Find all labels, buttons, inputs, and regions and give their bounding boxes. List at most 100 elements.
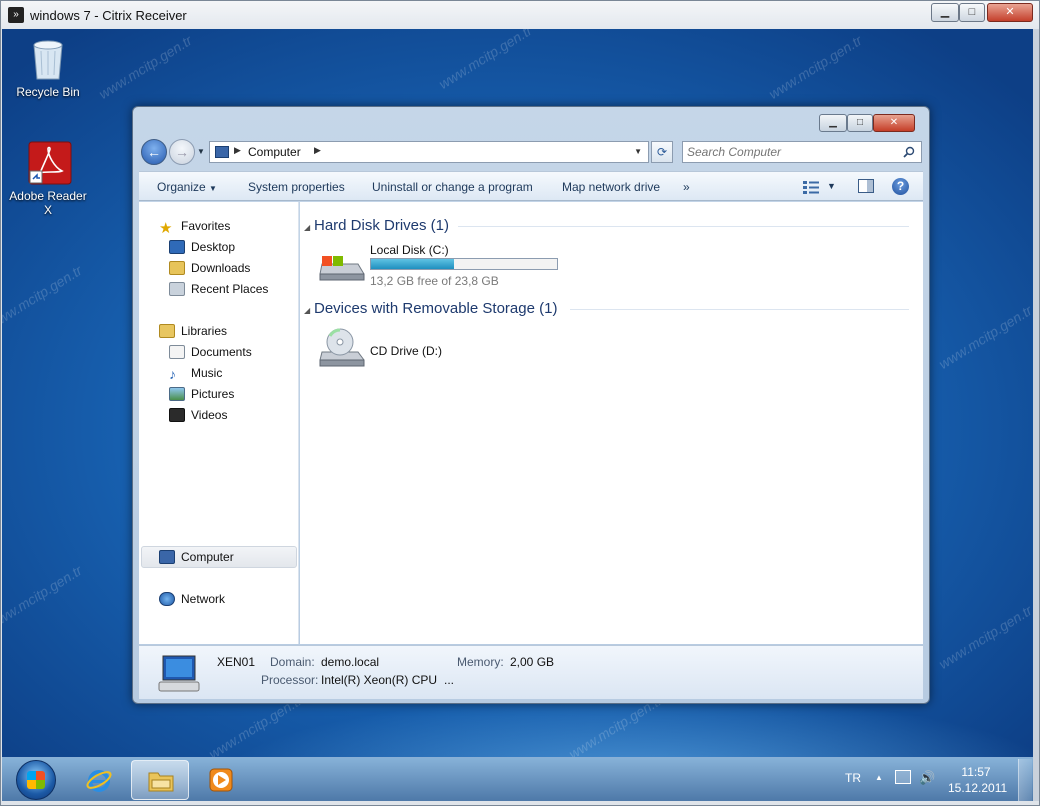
collapse-arrow-icon[interactable]: ◢ bbox=[304, 306, 310, 315]
search-input[interactable] bbox=[687, 144, 895, 160]
nav-label: Recent Places bbox=[191, 281, 269, 296]
nav-label: Desktop bbox=[191, 239, 236, 254]
nav-pictures[interactable]: Pictures bbox=[169, 386, 234, 406]
view-options-dropdown[interactable]: ▼ bbox=[827, 181, 836, 191]
recent-pages-button[interactable]: ▼ bbox=[197, 147, 205, 156]
nav-label: Downloads bbox=[191, 260, 251, 275]
computer-name: XEN01 bbox=[217, 655, 256, 669]
nav-label: Pictures bbox=[191, 386, 235, 401]
nav-desktop[interactable]: Desktop bbox=[169, 239, 235, 259]
windows-logo-icon bbox=[27, 771, 45, 789]
nav-label: Videos bbox=[191, 407, 228, 422]
nav-label: Favorites bbox=[181, 218, 231, 233]
computer-icon bbox=[215, 146, 229, 158]
nav-label: Network bbox=[181, 591, 226, 606]
address-dropdown-button[interactable]: ▼ bbox=[634, 147, 642, 156]
taskbar: TR ▲ 🔊 11:57 15.12.2011 bbox=[2, 757, 1033, 801]
media-player-icon bbox=[209, 768, 233, 792]
computer-icon bbox=[159, 549, 175, 564]
nav-music[interactable]: ♪ Music bbox=[169, 365, 222, 385]
start-button[interactable] bbox=[16, 760, 56, 800]
citrix-receiver-icon: » bbox=[8, 7, 24, 23]
processor-value: Intel(R) Xeon(R) CPU bbox=[321, 673, 438, 687]
content-pane: ◢ Hard Disk Drives (1) Local Disk (C:) 1… bbox=[300, 202, 923, 644]
help-icon[interactable]: ? bbox=[892, 178, 909, 195]
group-header-hard-disk-drives[interactable]: Hard Disk Drives (1) bbox=[314, 217, 449, 234]
adobe-reader-icon bbox=[28, 141, 72, 185]
preview-pane-icon[interactable] bbox=[858, 179, 874, 193]
show-hidden-icons-button[interactable]: ▲ bbox=[875, 773, 883, 782]
breadcrumb-separator[interactable]: ▶ bbox=[234, 145, 241, 156]
language-indicator[interactable]: TR bbox=[845, 771, 861, 785]
desktop-icon-adobe-reader[interactable]: Adobe Reader X bbox=[8, 141, 88, 217]
taskbar-internet-explorer[interactable] bbox=[70, 760, 128, 800]
map-network-drive-button[interactable]: Map network drive bbox=[562, 180, 660, 194]
recycle-bin-icon bbox=[28, 37, 68, 81]
computer-icon bbox=[158, 655, 200, 692]
nav-favorites[interactable]: ★ Favorites bbox=[159, 218, 230, 238]
videos-icon bbox=[169, 407, 185, 422]
internet-explorer-icon bbox=[86, 770, 112, 792]
drive-cd[interactable]: CD Drive (D:) bbox=[314, 326, 514, 372]
breadcrumb-separator[interactable]: ▶ bbox=[314, 145, 321, 156]
drive-free-space: 13,2 GB free of 23,8 GB bbox=[370, 274, 499, 288]
desktop-icon bbox=[169, 239, 185, 254]
drive-local-disk[interactable]: Local Disk (C:) 13,2 GB free of 23,8 GB bbox=[314, 240, 574, 288]
explorer-minimize-button[interactable]: ▁ bbox=[819, 114, 847, 132]
nav-videos[interactable]: Videos bbox=[169, 407, 227, 427]
search-icon[interactable] bbox=[903, 146, 915, 158]
collapse-arrow-icon[interactable]: ◢ bbox=[304, 223, 310, 232]
refresh-button[interactable]: ⟳ bbox=[651, 141, 673, 163]
network-icon bbox=[159, 591, 175, 606]
clock-date[interactable]: 15.12.2011 bbox=[948, 781, 1007, 795]
change-view-icon[interactable] bbox=[803, 180, 819, 194]
forward-button[interactable]: → bbox=[169, 139, 195, 165]
recent-places-icon bbox=[169, 281, 185, 296]
network-tray-icon[interactable] bbox=[895, 770, 911, 784]
nav-computer[interactable]: Computer bbox=[159, 549, 234, 569]
more-commands-button[interactable]: » bbox=[683, 180, 690, 194]
taskbar-windows-explorer[interactable] bbox=[131, 760, 189, 800]
explorer-close-button[interactable]: ✕ bbox=[873, 114, 915, 132]
disk-usage-bar bbox=[370, 258, 558, 270]
desktop-icon-label: Adobe Reader X bbox=[9, 189, 87, 217]
outer-minimize-button[interactable]: ▁ bbox=[931, 3, 959, 22]
clock-time[interactable]: 11:57 bbox=[948, 765, 1004, 779]
uninstall-program-button[interactable]: Uninstall or change a program bbox=[372, 180, 533, 194]
watermark: www.mcitp.gen.tr bbox=[765, 31, 865, 103]
nav-downloads[interactable]: Downloads bbox=[169, 260, 250, 280]
watermark: www.mcitp.gen.tr bbox=[2, 561, 85, 633]
domain-label: Domain: bbox=[270, 655, 315, 669]
outer-maximize-button[interactable]: □ bbox=[959, 3, 985, 22]
outer-scrollbar[interactable] bbox=[1033, 29, 1039, 801]
organize-label: Organize bbox=[157, 180, 206, 194]
group-divider bbox=[570, 309, 909, 310]
back-button[interactable]: ← bbox=[141, 139, 167, 165]
nav-network[interactable]: Network bbox=[159, 591, 225, 611]
explorer-maximize-button[interactable]: □ bbox=[847, 114, 873, 132]
search-box[interactable] bbox=[682, 141, 922, 163]
outer-window-title: windows 7 - Citrix Receiver bbox=[30, 8, 187, 23]
outer-title-bar[interactable]: » windows 7 - Citrix Receiver ▁ □ ✕ bbox=[1, 1, 1039, 29]
nav-label: Documents bbox=[191, 344, 252, 359]
music-icon: ♪ bbox=[169, 365, 176, 382]
nav-recent-places[interactable]: Recent Places bbox=[169, 281, 268, 301]
nav-documents[interactable]: Documents bbox=[169, 344, 252, 364]
nav-label: Computer bbox=[181, 549, 234, 564]
nav-label: Libraries bbox=[181, 323, 228, 338]
organize-button[interactable]: Organize ▼ bbox=[157, 180, 217, 194]
address-bar[interactable]: ▶ Computer ▶ ▼ bbox=[209, 141, 649, 163]
nav-libraries[interactable]: Libraries bbox=[159, 323, 227, 343]
desktop-icon-recycle-bin[interactable]: Recycle Bin bbox=[8, 37, 88, 99]
navigation-pane: ★ Favorites Desktop Downloads Recent Plac… bbox=[139, 202, 299, 644]
taskbar-media-player[interactable] bbox=[192, 760, 250, 800]
group-header-removable-storage[interactable]: Devices with Removable Storage (1) bbox=[314, 300, 557, 317]
system-properties-button[interactable]: System properties bbox=[248, 180, 345, 194]
outer-close-button[interactable]: ✕ bbox=[987, 3, 1033, 22]
show-desktop-button[interactable] bbox=[1018, 759, 1032, 801]
volume-icon[interactable]: 🔊 bbox=[919, 770, 935, 786]
watermark: www.mcitp.gen.tr bbox=[935, 601, 1033, 673]
drive-name: CD Drive (D:) bbox=[370, 344, 442, 358]
breadcrumb-computer[interactable]: Computer bbox=[248, 145, 301, 159]
hard-drive-icon bbox=[319, 256, 365, 281]
